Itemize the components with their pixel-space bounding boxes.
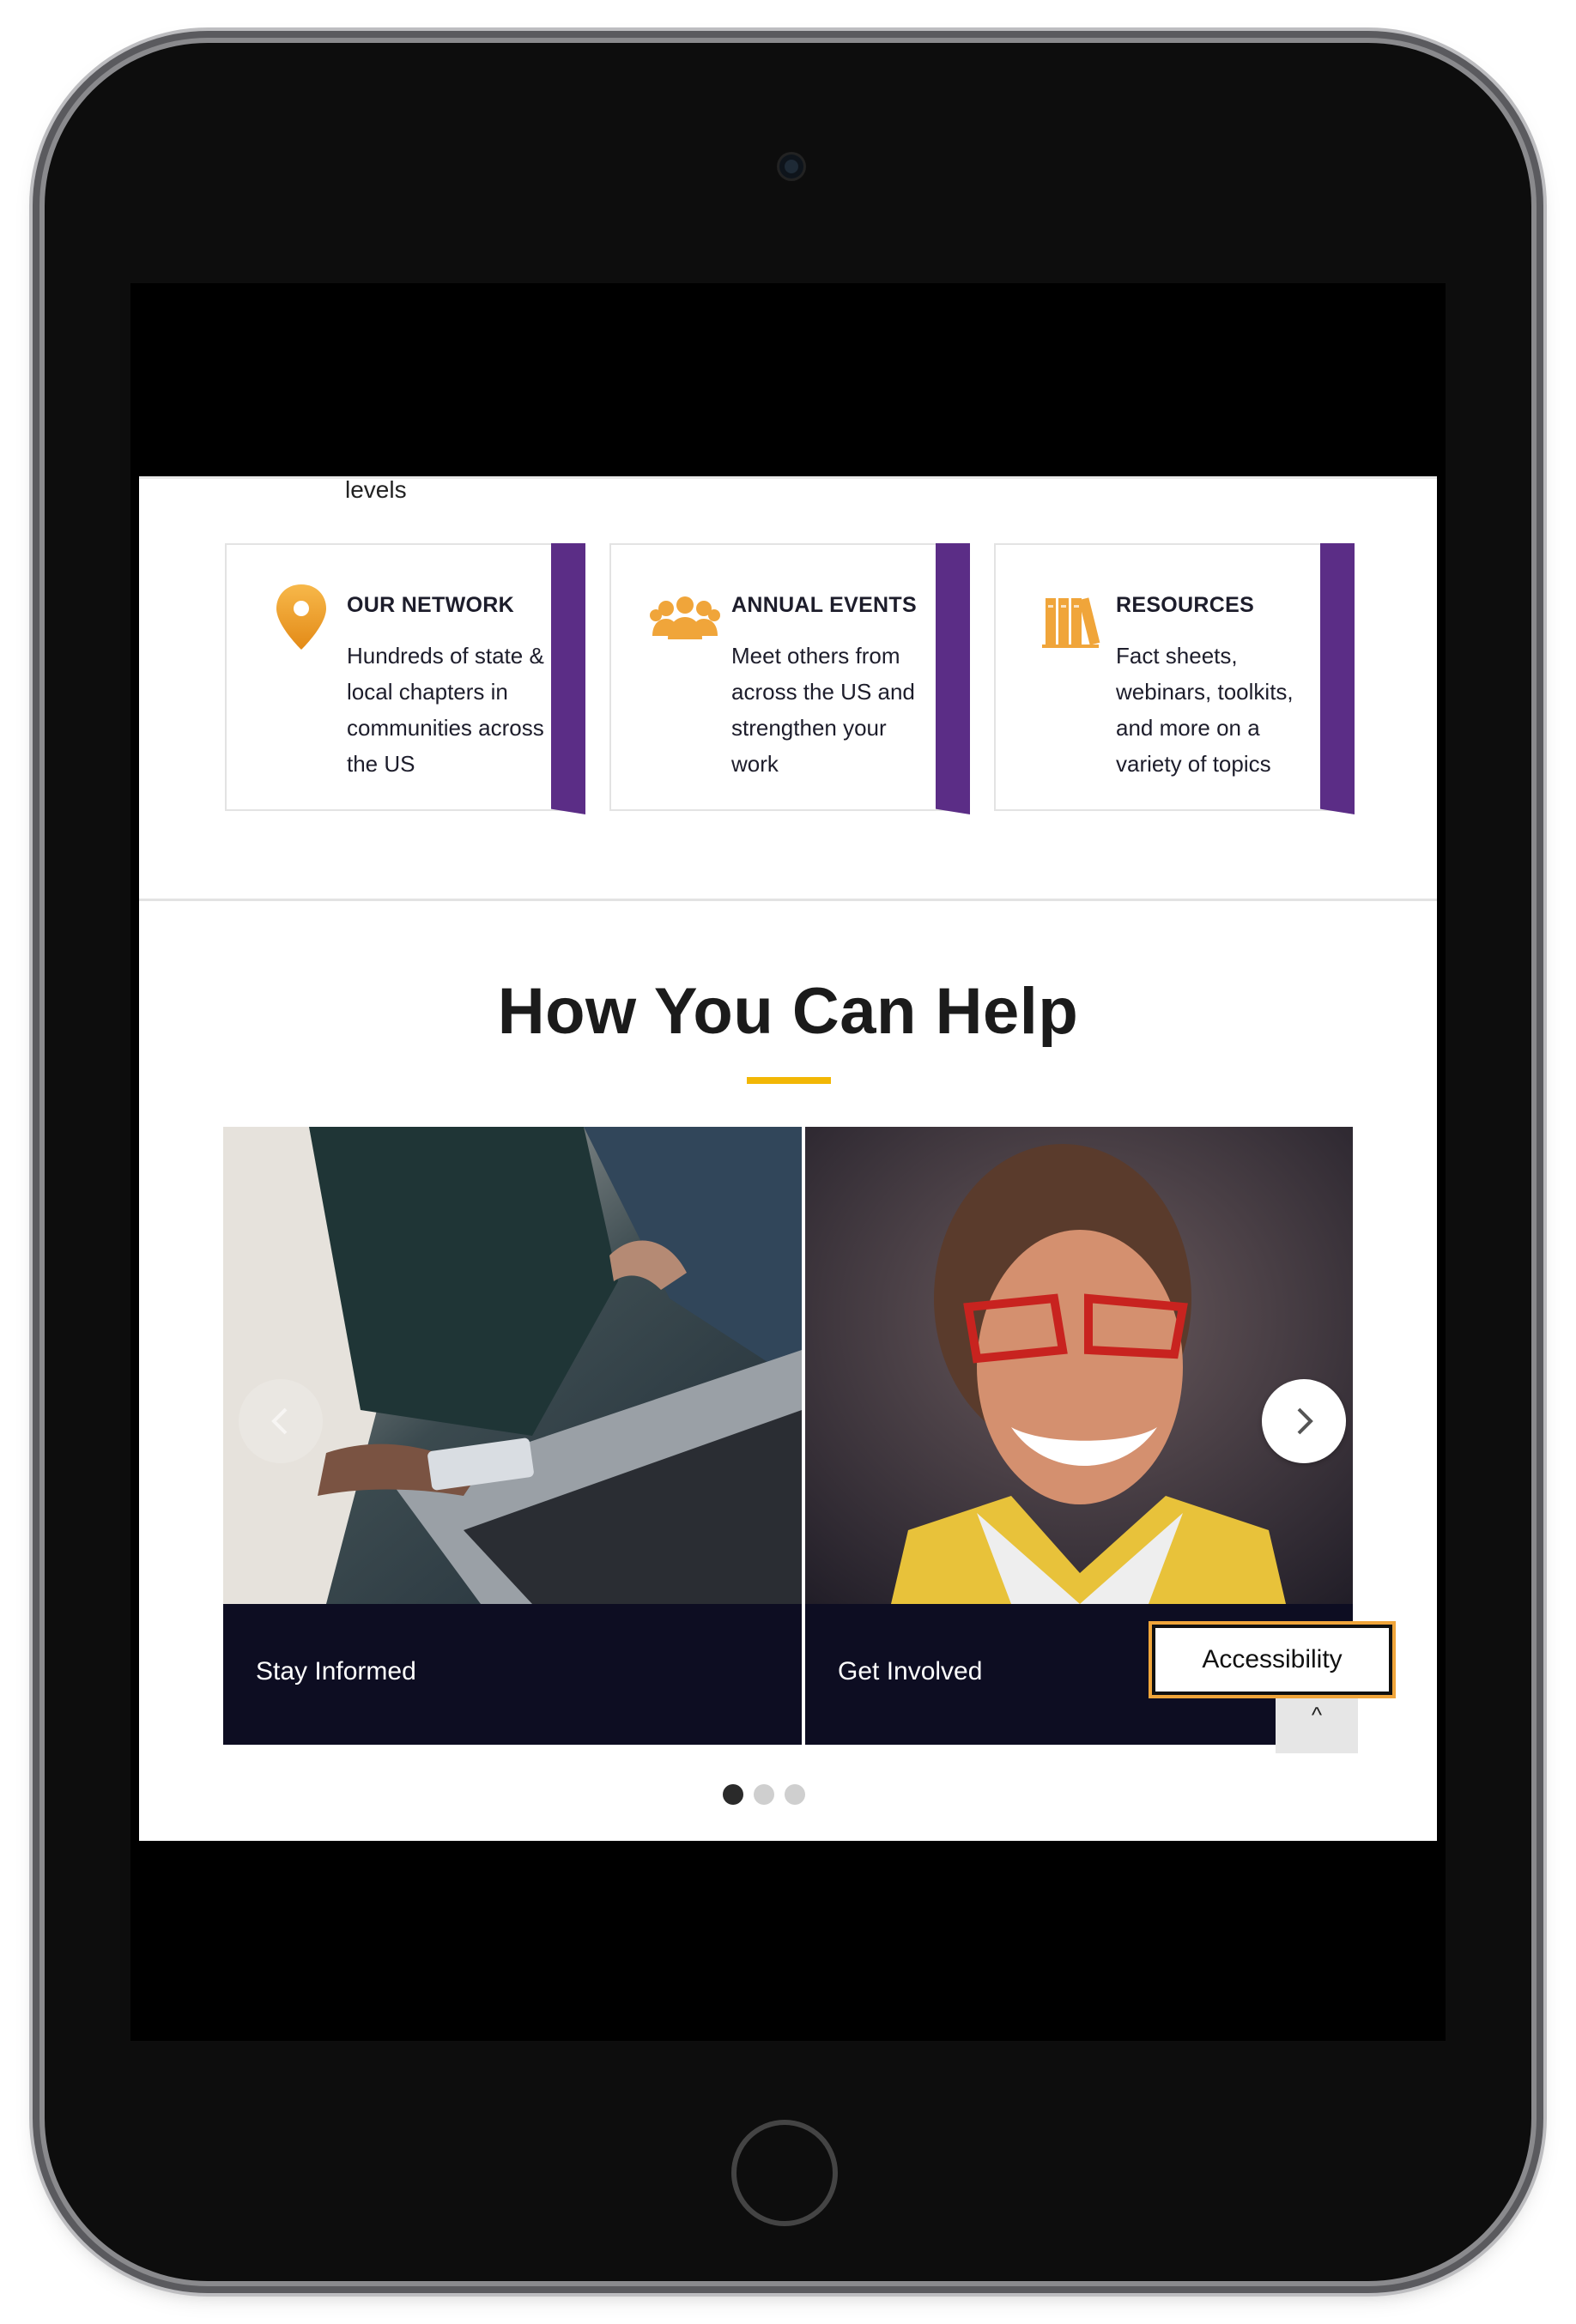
carousel-next-button[interactable]: [1262, 1379, 1346, 1463]
truncated-text: levels: [345, 476, 407, 503]
feature-card-resources[interactable]: RESOURCES Fact sheets, webinars, toolkit…: [994, 543, 1355, 814]
books-icon: [1042, 597, 1100, 648]
card-description: Meet others from across the US and stren…: [731, 643, 915, 777]
home-button[interactable]: [731, 2120, 838, 2226]
tablet-screen: levels OUR NETWORK Hundreds of state & l…: [130, 283, 1446, 2041]
slide-caption-text: Stay Informed: [256, 1657, 416, 1686]
card-description: Fact sheets, webinars, toolkits, and mor…: [1116, 643, 1294, 777]
web-page: levels OUR NETWORK Hundreds of state & l…: [139, 476, 1437, 1841]
divider: [139, 476, 1437, 479]
chevron-right-icon: [1297, 1407, 1313, 1435]
carousel-prev-button[interactable]: [239, 1379, 323, 1463]
chevron-left-icon: [271, 1407, 288, 1435]
laptop-photo: [223, 1127, 802, 1604]
carousel-dots: [723, 1784, 894, 1810]
smiling-woman-photo: [805, 1127, 1353, 1604]
tablet-device-frame: levels OUR NETWORK Hundreds of state & l…: [45, 43, 1531, 2281]
map-pin-icon: [276, 584, 326, 650]
card-accent-stripe: [1320, 543, 1355, 814]
feature-cards: OUR NETWORK Hundreds of state & local ch…: [225, 543, 1355, 814]
feature-card-our-network[interactable]: OUR NETWORK Hundreds of state & local ch…: [225, 543, 585, 814]
section-divider: [139, 899, 1437, 901]
title-underline: [747, 1077, 831, 1084]
card-title: RESOURCES: [1116, 593, 1255, 617]
accessibility-button[interactable]: Accessibility: [1152, 1625, 1392, 1695]
card-accent-stripe: [551, 543, 585, 814]
carousel-dot-1[interactable]: [723, 1784, 743, 1805]
card-accent-stripe: [936, 543, 970, 814]
slide-caption: Stay Informed: [223, 1604, 802, 1745]
card-title: OUR NETWORK: [347, 593, 514, 617]
people-group-icon: [650, 596, 720, 639]
slide-caption-text: Get Involved: [838, 1657, 983, 1686]
card-title: ANNUAL EVENTS: [731, 593, 917, 617]
card-description: Hundreds of state & local chapters in co…: [347, 643, 544, 777]
scroll-to-top-button[interactable]: ^: [1276, 1698, 1358, 1753]
section-title: How You Can Help: [497, 975, 1079, 1048]
carousel-dot-3[interactable]: [785, 1784, 805, 1805]
carousel-dot-2[interactable]: [754, 1784, 774, 1805]
feature-card-annual-events[interactable]: ANNUAL EVENTS Meet others from across th…: [609, 543, 970, 814]
camera-icon: [779, 154, 803, 179]
caret-up-icon: ^: [1311, 1702, 1323, 1728]
